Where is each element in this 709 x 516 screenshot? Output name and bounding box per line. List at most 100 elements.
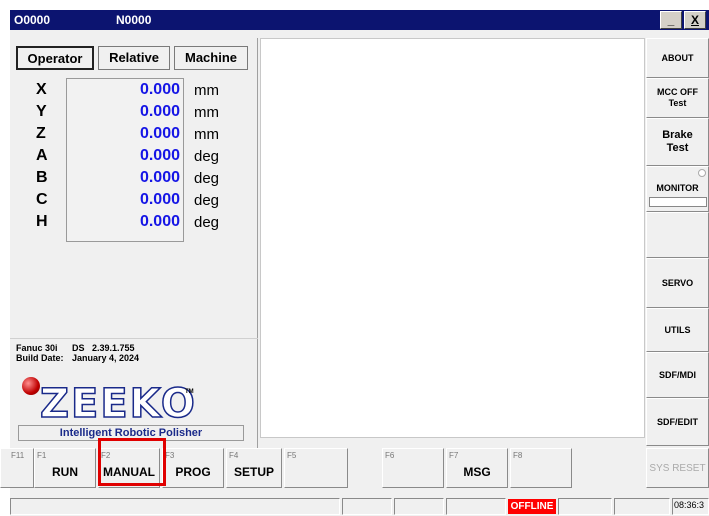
axis-label: Y: [36, 103, 47, 120]
sdf-mdi-button[interactable]: SDF/MDI: [646, 352, 709, 398]
axis-unit: deg: [194, 192, 220, 209]
axis-row-b: B 0.000 deg: [10, 168, 258, 190]
axis-unit: mm: [194, 82, 219, 99]
status-bar: OFFLINE 08:36:3: [10, 497, 709, 516]
blank-button[interactable]: [646, 212, 709, 258]
axis-row-x: X 0.000 mm: [10, 80, 258, 102]
axis-unit: mm: [194, 126, 219, 143]
offline-badge: OFFLINE: [508, 499, 556, 514]
controller-name: Fanuc 30i: [16, 343, 58, 353]
fkey-prog[interactable]: F3 PROG: [162, 448, 224, 488]
mcc-label-line1: MCC OFF: [657, 87, 698, 97]
servo-button[interactable]: SERVO: [646, 258, 709, 308]
fkey-number: F7: [449, 451, 459, 460]
axis-value: 0.000: [139, 125, 180, 142]
about-label: ABOUT: [661, 52, 694, 63]
mcc-label-line2: Test: [668, 98, 687, 108]
tab-machine[interactable]: Machine: [174, 46, 248, 70]
zeeko-logo: ZEEKO: [39, 380, 197, 428]
status-pane: [394, 498, 444, 515]
monitor-button[interactable]: MONITOR: [646, 166, 709, 212]
brake-label-line2: Test: [666, 142, 689, 154]
sdf-mdi-label: SDF/MDI: [659, 369, 696, 380]
axis-row-z: Z 0.000 mm: [10, 124, 258, 146]
axis-label: Z: [36, 125, 46, 142]
mcc-off-test-button[interactable]: MCC OFF Test: [646, 78, 709, 118]
about-button[interactable]: ABOUT: [646, 38, 709, 78]
brake-test-button[interactable]: Brake Test: [646, 118, 709, 166]
sdf-edit-button[interactable]: SDF/EDIT: [646, 398, 709, 446]
fkey-number: F8: [513, 451, 523, 460]
manual-highlight-box: [98, 438, 166, 486]
axis-label: C: [36, 191, 48, 208]
monitor-field: [649, 197, 707, 207]
tab-operator[interactable]: Operator: [16, 46, 94, 70]
fkey-number: F4: [229, 451, 239, 460]
title-bar: O0000 N0000 _ X: [10, 10, 709, 30]
utils-label: UTILS: [664, 324, 691, 335]
version-info: Fanuc 30i DS 2.39.1.755 Build Date: Janu…: [10, 338, 258, 446]
version-number: 2.39.1.755: [92, 343, 135, 353]
sys-reset-button[interactable]: SYS RESET: [646, 448, 709, 488]
status-pane: [10, 498, 340, 515]
brake-label-line1: Brake: [662, 129, 693, 141]
axis-value: 0.000: [139, 191, 180, 208]
axis-value: 0.000: [139, 81, 180, 98]
fkey-number: F5: [287, 451, 297, 460]
build-date-label: Build Date:: [16, 353, 64, 363]
fkey-number: F6: [385, 451, 395, 460]
servo-label: SERVO: [661, 277, 694, 288]
axis-unit: deg: [194, 214, 220, 231]
fkey-label: SETUP: [233, 465, 274, 479]
axis-unit: deg: [194, 170, 220, 187]
status-pane: [342, 498, 392, 515]
axis-row-y: Y 0.000 mm: [10, 102, 258, 124]
axis-row-c: C 0.000 deg: [10, 190, 258, 212]
tab-machine-label: Machine: [184, 50, 237, 65]
tab-operator-label: Operator: [27, 51, 83, 66]
monitor-label: MONITOR: [656, 183, 699, 193]
trademark-mark: TM: [185, 389, 194, 395]
ds-label: DS: [72, 343, 85, 353]
tab-relative-label: Relative: [109, 50, 159, 65]
fkey-number: F1: [37, 451, 47, 460]
utils-button[interactable]: UTILS: [646, 308, 709, 352]
fkey-label: PROG: [175, 465, 211, 479]
axis-row-h: H 0.000 deg: [10, 212, 258, 234]
logo-dot-icon: [22, 377, 40, 395]
axis-value: 0.000: [139, 103, 180, 120]
fkey-label: RUN: [52, 465, 78, 479]
axis-label: A: [36, 147, 48, 164]
axis-label: B: [36, 169, 48, 186]
fkey-f11[interactable]: F11: [0, 448, 34, 488]
axis-value: 0.000: [139, 147, 180, 164]
main-display-area: [260, 38, 645, 438]
axis-unit: mm: [194, 104, 219, 121]
fkey-run[interactable]: F1 RUN: [34, 448, 96, 488]
program-number: O0000: [14, 13, 51, 27]
monitor-indicator-icon: [698, 169, 706, 177]
axis-value: 0.000: [139, 169, 180, 186]
app-window: Operator Relative Machine X 0.000 mm Y 0…: [0, 30, 709, 516]
close-button[interactable]: X: [684, 11, 706, 29]
minimize-button[interactable]: _: [660, 11, 682, 29]
status-pane: [614, 498, 670, 515]
position-panel: Operator Relative Machine X 0.000 mm Y 0…: [10, 38, 258, 458]
sequence-number: N0000: [116, 13, 152, 27]
tab-relative[interactable]: Relative: [98, 46, 170, 70]
fkey-label: MSG: [463, 465, 491, 479]
fkey-number: F3: [165, 451, 175, 460]
fkey-setup[interactable]: F4 SETUP: [226, 448, 282, 488]
fkey-msg[interactable]: F7 MSG: [446, 448, 508, 488]
axis-label: X: [36, 81, 47, 98]
fkey-label: SYS RESET: [649, 463, 706, 474]
axis-value: 0.000: [139, 213, 180, 230]
status-pane: [446, 498, 506, 515]
fkey-f8[interactable]: F8: [510, 448, 572, 488]
axis-row-a: A 0.000 deg: [10, 146, 258, 168]
axis-unit: deg: [194, 148, 220, 165]
build-date: January 4, 2024: [72, 353, 140, 363]
fkey-f6[interactable]: F6: [382, 448, 444, 488]
fkey-f5[interactable]: F5: [284, 448, 348, 488]
clock: 08:36:3: [674, 500, 705, 510]
